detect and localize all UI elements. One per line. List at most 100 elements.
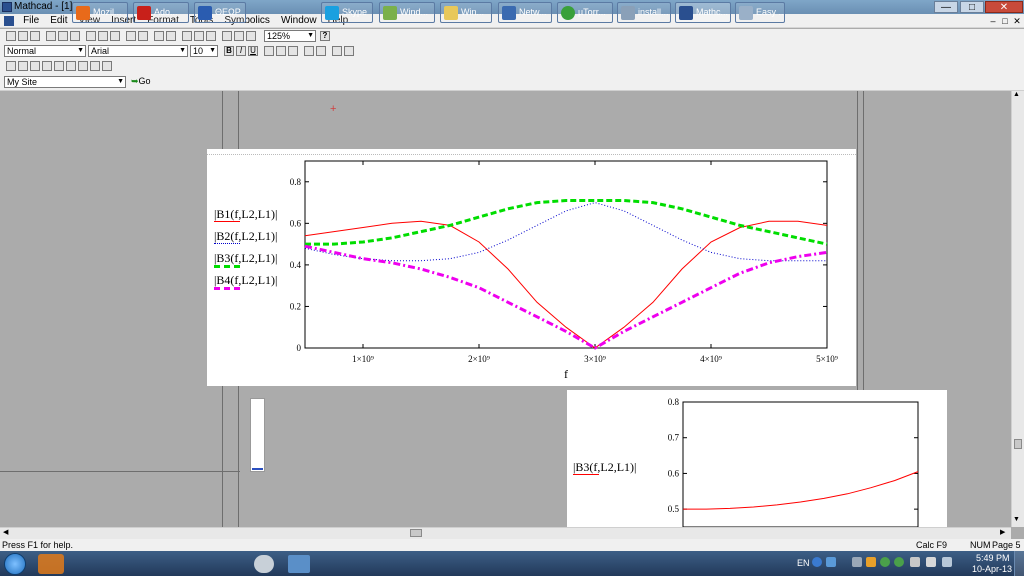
taskbar-item-adobe[interactable]: Ado...	[133, 2, 189, 23]
superscript-icon[interactable]	[344, 46, 354, 56]
site-select[interactable]: My Site ▼	[4, 76, 126, 88]
insert-component-icon[interactable]	[234, 31, 244, 41]
taskbar-item-firefox[interactable]: Mozil...	[72, 2, 128, 23]
taskbar-item-utorrent[interactable]: µTorr...	[557, 2, 613, 23]
resource-center-icon[interactable]	[246, 31, 256, 41]
minimize-icon[interactable]: —	[934, 1, 958, 13]
taskbar-item-network[interactable]: Netw...	[498, 2, 552, 23]
plot-region-1[interactable]: |B1(f,L2,L1)| |B2(f,L2,L1)| |B3(f,L2,L1)…	[207, 149, 856, 386]
worksheet-area[interactable]: + |B1(f,L2,L1)| |B2(f,L2,L1)| |B3(f,L2,L…	[0, 91, 1011, 527]
empty-math-region[interactable]	[250, 398, 265, 472]
folder-icon	[444, 6, 458, 20]
doc-restore-icon[interactable]: □	[1000, 16, 1010, 26]
new-icon[interactable]	[6, 31, 16, 41]
align-down-icon[interactable]	[166, 31, 176, 41]
symbolic-palette-icon[interactable]	[102, 61, 112, 71]
taskbar-item-skype[interactable]: Skype	[321, 2, 373, 23]
start-button-icon[interactable]	[4, 553, 26, 575]
insert-function-icon[interactable]	[182, 31, 192, 41]
vertical-scrollbar[interactable]: ▲ ▼	[1011, 91, 1024, 527]
menu-edit[interactable]: Edit	[46, 14, 71, 28]
taskbar-item-mathcad[interactable]: Mathc...	[675, 2, 731, 23]
insert-hyperlink-icon[interactable]	[222, 31, 232, 41]
tray-icon[interactable]	[866, 557, 876, 567]
boolean-palette-icon[interactable]	[66, 61, 76, 71]
redo-icon[interactable]	[138, 31, 148, 41]
document-icon[interactable]	[4, 16, 14, 26]
mathcad-app-icon[interactable]	[2, 2, 12, 12]
align-across-icon[interactable]	[154, 31, 164, 41]
underline-button[interactable]: U	[248, 46, 258, 56]
style-select[interactable]: Normal ▼	[4, 45, 86, 57]
clock-time[interactable]: 5:49 PM	[976, 553, 1010, 563]
vertical-scroll-thumb[interactable]	[1014, 439, 1022, 449]
battery-icon[interactable]	[942, 557, 952, 567]
status-calc: Calc F9	[916, 540, 948, 550]
scroll-right-icon[interactable]: ▶	[1000, 528, 1005, 536]
print-icon[interactable]	[46, 31, 56, 41]
bullets-icon[interactable]	[304, 46, 314, 56]
close-icon[interactable]: ✕	[985, 1, 1023, 13]
graph-palette-icon[interactable]	[18, 61, 28, 71]
calculus-palette-icon[interactable]	[54, 61, 64, 71]
cut-icon[interactable]	[86, 31, 96, 41]
doc-close-icon[interactable]: ✕	[1012, 16, 1022, 27]
italic-button[interactable]: I	[236, 46, 246, 56]
font-size-select[interactable]: 10 ▼	[190, 45, 218, 57]
media-player-icon[interactable]	[38, 554, 64, 574]
taskbar-item-windows[interactable]: Wind...	[379, 2, 435, 23]
taskbar-item-install[interactable]: install...	[617, 2, 671, 23]
taskbar-item-explorer[interactable]: Win...	[440, 2, 492, 23]
save-icon[interactable]	[30, 31, 40, 41]
horizontal-scroll-thumb[interactable]	[410, 529, 422, 537]
tray-icon[interactable]	[894, 557, 904, 567]
align-left-icon[interactable]	[264, 46, 274, 56]
line-chart-1[interactable]: 0 0.2 0.4 0.6 0.8 1×10⁹ 2×10⁹ 3×10⁹ 4×10⁹ 5×10⁹ f	[207, 149, 856, 386]
programming-palette-icon[interactable]	[78, 61, 88, 71]
subscript-icon[interactable]	[332, 46, 342, 56]
bold-button[interactable]: B	[224, 46, 234, 56]
evaluation-palette-icon[interactable]	[42, 61, 52, 71]
doc-minimize-icon[interactable]: –	[988, 16, 998, 26]
numbering-icon[interactable]	[316, 46, 326, 56]
spellcheck-icon[interactable]	[70, 31, 80, 41]
calculate-icon[interactable]	[206, 31, 216, 41]
tray-icon[interactable]	[826, 557, 836, 567]
undo-icon[interactable]	[126, 31, 136, 41]
line-chart-2[interactable]: 0.5 0.6 0.7 0.8	[567, 390, 947, 527]
zoom-select[interactable]: 125% ▼	[264, 30, 316, 42]
font-select[interactable]: Arial ▼	[88, 45, 188, 57]
disc-icon[interactable]	[254, 555, 274, 573]
copy-icon[interactable]	[98, 31, 108, 41]
network-tray-icon[interactable]	[926, 557, 936, 567]
go-button[interactable]: ➥Go	[129, 76, 151, 88]
scroll-left-icon[interactable]: ◀	[3, 528, 8, 536]
horizontal-scrollbar[interactable]: ◀ ▶	[0, 527, 1011, 539]
insert-unit-icon[interactable]	[194, 31, 204, 41]
maximize-icon[interactable]: □	[960, 1, 984, 13]
print-preview-icon[interactable]	[58, 31, 68, 41]
calculator-palette-icon[interactable]	[6, 61, 16, 71]
language-indicator[interactable]: EN	[797, 558, 810, 568]
tray-icon[interactable]	[852, 557, 862, 567]
align-right-icon[interactable]	[288, 46, 298, 56]
plot-region-2[interactable]: |B3(f,L2,L1)| 0.5 0.6 0.7 0.8	[567, 390, 947, 527]
greek-palette-icon[interactable]	[90, 61, 100, 71]
speaker-icon[interactable]	[910, 557, 920, 567]
show-desktop-button[interactable]	[1014, 551, 1024, 576]
help-tray-icon[interactable]	[812, 557, 822, 567]
paste-icon[interactable]	[110, 31, 120, 41]
help-icon[interactable]: ?	[320, 31, 330, 41]
scroll-down-icon[interactable]: ▼	[1013, 516, 1020, 523]
tray-icon[interactable]	[880, 557, 890, 567]
clock-date[interactable]: 10-Apr-13	[972, 564, 1012, 574]
taskbar-item-word[interactable]: ΘΕΩΡ...	[194, 2, 246, 23]
matrix-palette-icon[interactable]	[30, 61, 40, 71]
taskbar-item-easy[interactable]: Easy ...	[735, 2, 785, 23]
align-center-icon[interactable]	[276, 46, 286, 56]
menu-file[interactable]: File	[19, 14, 43, 28]
scroll-up-icon[interactable]: ▲	[1013, 91, 1020, 98]
network-tool-icon[interactable]	[288, 555, 310, 573]
menu-window[interactable]: Window	[277, 14, 321, 28]
open-icon[interactable]	[18, 31, 28, 41]
